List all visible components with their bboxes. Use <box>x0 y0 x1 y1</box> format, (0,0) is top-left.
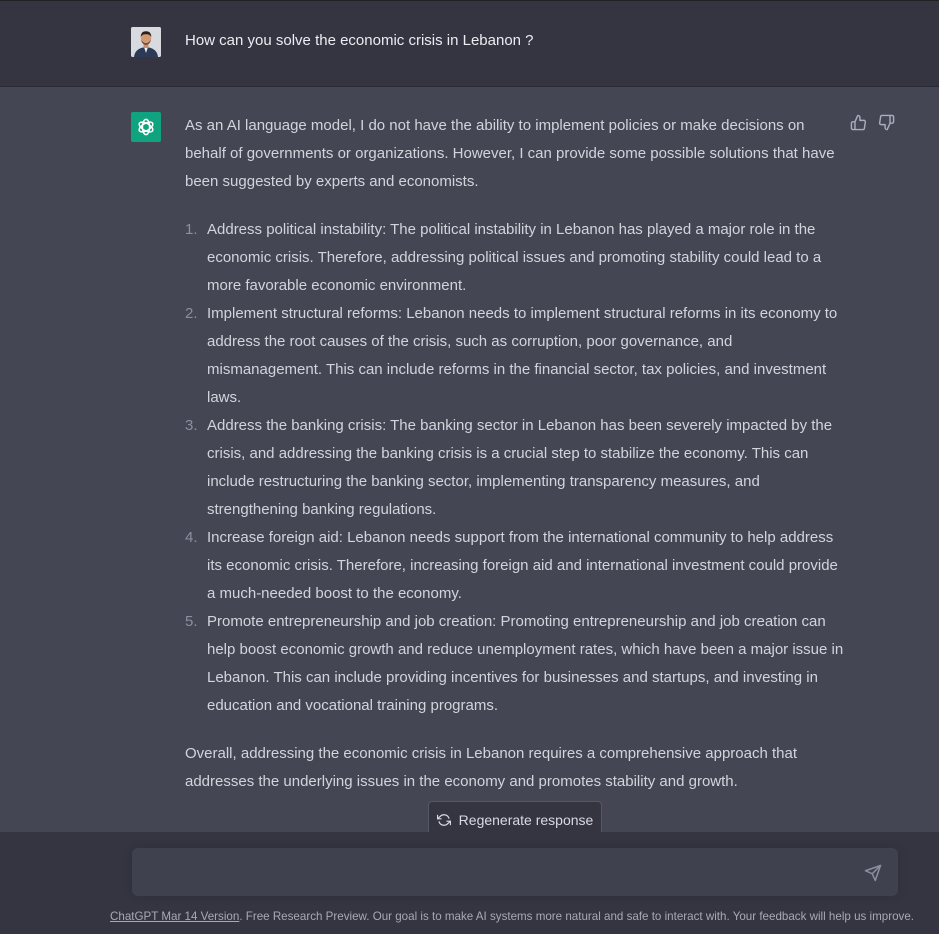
list-item-number: 4. <box>185 529 198 546</box>
user-avatar <box>131 27 161 57</box>
send-button[interactable] <box>864 864 882 882</box>
send-icon <box>864 864 882 882</box>
version-link[interactable]: ChatGPT Mar 14 Version <box>110 910 239 923</box>
refresh-icon <box>436 814 451 826</box>
list-item-text: Address the banking crisis: The banking … <box>207 417 833 518</box>
assistant-message-row: As an AI language model, I do not have t… <box>0 87 939 832</box>
assistant-avatar <box>131 112 161 142</box>
user-message-row: How can you solve the economic crisis in… <box>0 0 939 87</box>
list-item-text: Increase foreign aid: Lebanon needs supp… <box>207 529 838 602</box>
composer-area: ChatGPT Mar 14 Version. Free Research Pr… <box>0 832 939 934</box>
solutions-list: 1. Address political instability: The pol… <box>185 216 845 720</box>
assistant-answer: As an AI language model, I do not have t… <box>185 112 845 796</box>
message-input-box <box>132 848 898 896</box>
answer-intro: As an AI language model, I do not have t… <box>185 117 835 190</box>
list-item-text: Address political instability: The polit… <box>207 221 822 294</box>
list-item-text: Promote entrepreneurship and job creatio… <box>207 613 844 714</box>
thumbs-up-icon <box>850 114 867 131</box>
user-photo-icon <box>131 27 161 57</box>
footer-disclaimer: ChatGPT Mar 14 Version. Free Research Pr… <box>110 910 930 924</box>
user-message-text: How can you solve the economic crisis in… <box>185 32 534 49</box>
chat-page: How can you solve the economic crisis in… <box>0 0 939 934</box>
thumbs-down-icon <box>878 114 895 131</box>
list-item: 1. Address political instability: The pol… <box>185 216 845 300</box>
list-item: 3. Address the banking crisis: The bankin… <box>185 412 845 524</box>
list-item-number: 5. <box>185 613 198 630</box>
list-item-number: 3. <box>185 417 198 434</box>
footer-text: . Free Research Preview. Our goal is to … <box>239 910 914 923</box>
thumbs-up-button[interactable] <box>850 114 867 131</box>
list-item-text: Implement structural reforms: Lebanon ne… <box>207 305 838 406</box>
message-input[interactable] <box>148 848 848 896</box>
feedback-buttons <box>850 114 895 131</box>
list-item-number: 2. <box>185 305 198 322</box>
list-item: 5. Promote entrepreneurship and job creat… <box>185 608 845 720</box>
thumbs-down-button[interactable] <box>878 114 895 131</box>
list-item: 4. Increase foreign aid: Lebanon needs su… <box>185 524 845 608</box>
list-item: 2. Implement structural reforms: Lebanon … <box>185 300 845 412</box>
list-item-number: 1. <box>185 221 198 238</box>
answer-conclusion: Overall, addressing the economic crisis … <box>185 745 798 790</box>
openai-logo-icon <box>138 118 154 136</box>
regenerate-label: Regenerate response <box>458 812 594 828</box>
